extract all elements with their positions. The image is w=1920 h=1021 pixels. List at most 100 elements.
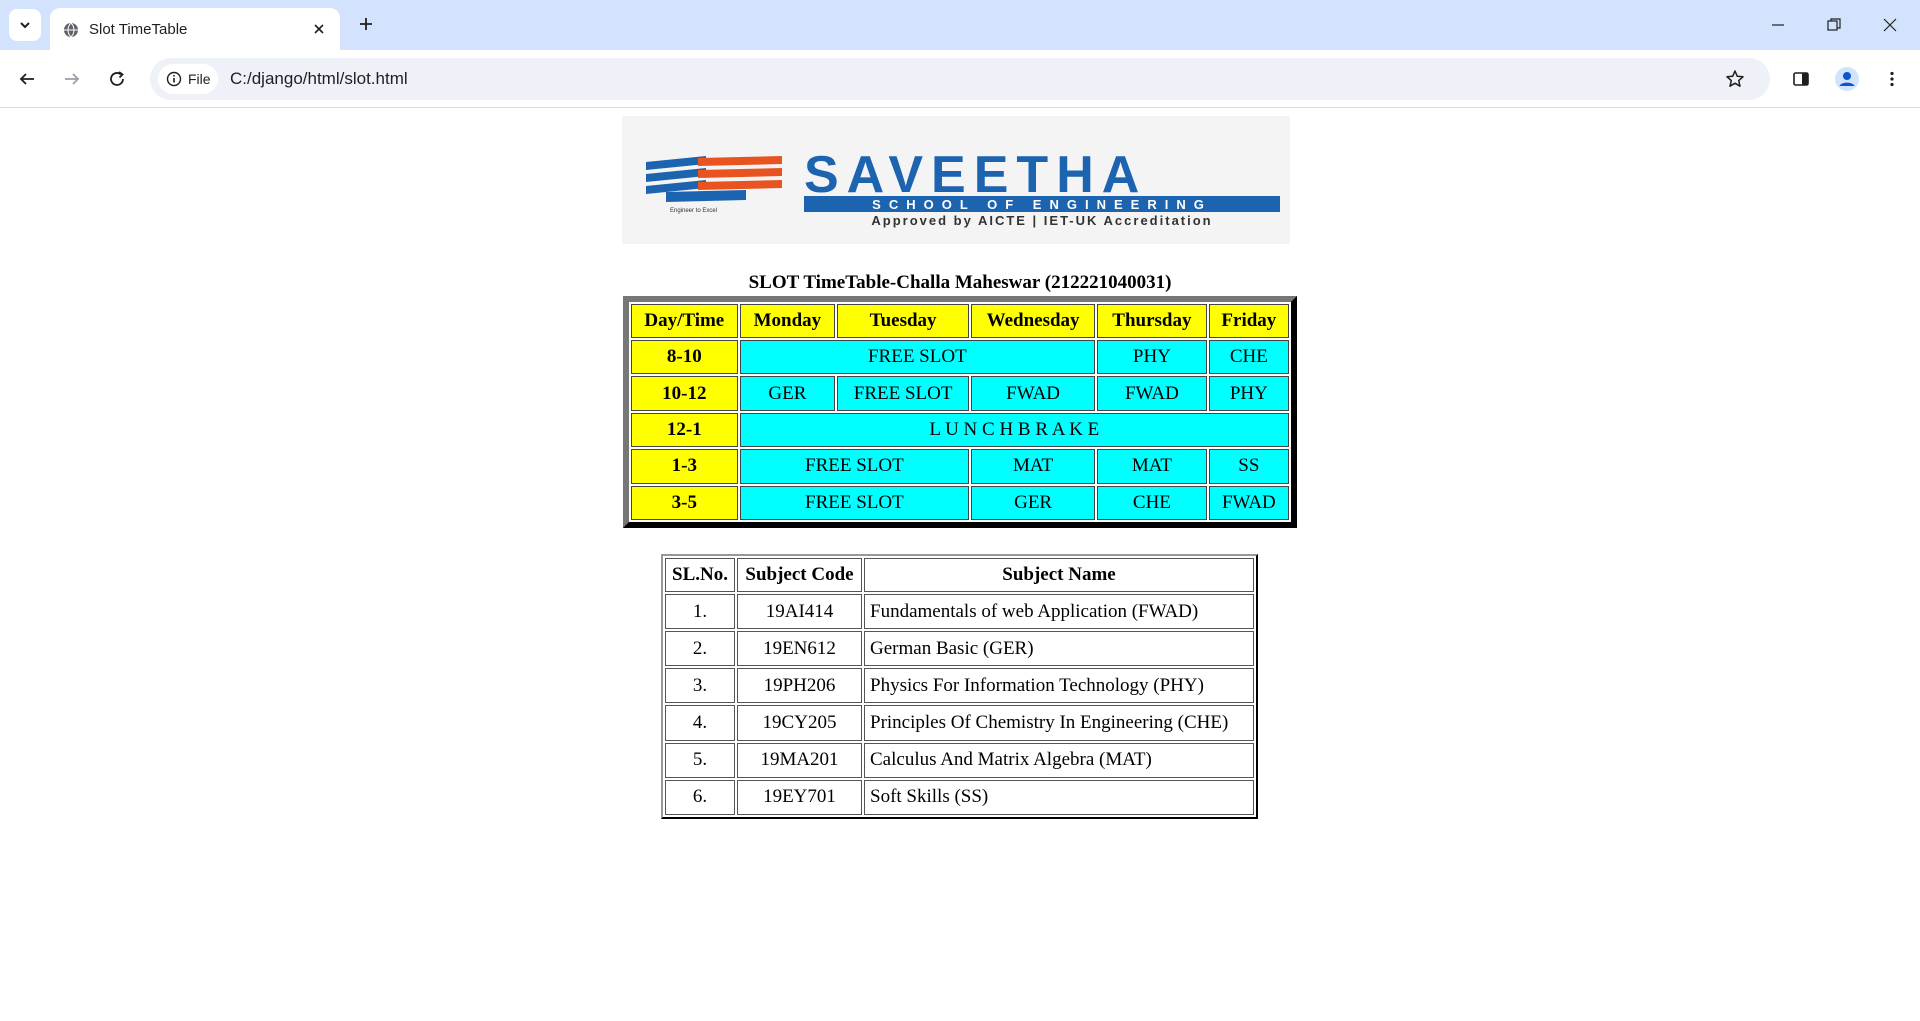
- address-bar[interactable]: File C:/django/html/slot.html: [150, 58, 1770, 100]
- subject-row: 1. 19AI414 Fundamentals of web Application…: [665, 594, 1254, 630]
- header-cell: Subject Name: [864, 558, 1254, 592]
- restore-button[interactable]: [1806, 0, 1862, 50]
- url-text[interactable]: C:/django/html/slot.html: [230, 69, 408, 89]
- forward-button[interactable]: [56, 63, 88, 95]
- subject-name-cell: Physics For Information Technology (PHY): [864, 668, 1254, 704]
- slot-cell: MAT: [971, 449, 1096, 484]
- subject-name-cell: Principles Of Chemistry In Engineering (…: [864, 705, 1254, 741]
- time-slot-cell: 3-5: [631, 485, 738, 520]
- subject-row: 5. 19MA201 Calculus And Matrix Algebra (MA…: [665, 742, 1254, 778]
- tab-close-button[interactable]: [309, 19, 329, 39]
- header-cell: SL.No.: [665, 558, 735, 592]
- close-icon: [1883, 18, 1897, 32]
- slot-cell: PHY: [1097, 340, 1207, 375]
- back-button[interactable]: [11, 63, 43, 95]
- bookmark-button[interactable]: [1723, 67, 1747, 91]
- minimize-icon: [1772, 24, 1784, 26]
- logo-name: SAVEETHA: [804, 146, 1147, 204]
- timetable-row: 1-3 FREE SLOT MAT MAT SS: [631, 449, 1289, 484]
- time-slot-cell: 10-12: [631, 376, 738, 411]
- subject-code-cell: 19PH206: [737, 668, 862, 704]
- active-tab[interactable]: Slot TimeTable: [50, 8, 340, 50]
- header-cell: Monday: [739, 304, 836, 338]
- slot-cell: L U N C H B R A K E: [739, 412, 1289, 448]
- window-close-button[interactable]: [1862, 0, 1918, 50]
- serial-number-cell: 6.: [665, 779, 735, 815]
- site-info-chip[interactable]: File: [158, 64, 218, 94]
- slot-cell: FREE SLOT: [739, 340, 1096, 375]
- timetable-row: 10-12 GER FREE SLOT FWAD FWAD PHY: [631, 376, 1289, 411]
- header-cell: Subject Code: [737, 558, 862, 592]
- subject-row: 2. 19EN612 German Basic (GER): [665, 631, 1254, 667]
- minimize-button[interactable]: [1750, 0, 1806, 50]
- header-cell: Tuesday: [837, 304, 970, 338]
- subject-table: SL.No. Subject Code Subject Name 1. 19AI4…: [661, 554, 1258, 819]
- avatar-icon: [1835, 67, 1859, 91]
- chevron-down-icon: [20, 22, 30, 29]
- serial-number-cell: 3.: [665, 668, 735, 704]
- arrow-right-icon: [65, 73, 80, 85]
- page-viewport: Engineer to Excel SAVEETHA SCHOOL OF ENG…: [0, 109, 1920, 1021]
- header-cell: Day/Time: [631, 304, 738, 338]
- slot-cell: CHE: [1097, 485, 1207, 520]
- timetable: Day/Time Monday Tuesday Wednesday Thursd…: [623, 296, 1297, 528]
- header-cell: Thursday: [1097, 304, 1207, 338]
- subject-name-cell: Calculus And Matrix Algebra (MAT): [864, 742, 1254, 778]
- reload-button[interactable]: [101, 63, 133, 95]
- subject-name-cell: German Basic (GER): [864, 631, 1254, 667]
- info-icon: [166, 71, 182, 87]
- subject-name-cell: Soft Skills (SS): [864, 779, 1254, 815]
- subject-code-cell: 19CY205: [737, 705, 862, 741]
- side-panel-icon: [1793, 72, 1809, 86]
- header-cell: Friday: [1208, 304, 1289, 338]
- time-slot-cell: 1-3: [631, 449, 738, 484]
- slot-cell: GER: [739, 376, 836, 411]
- subject-name-cell: Fundamentals of web Application (FWAD): [864, 594, 1254, 630]
- site-info-label: File: [188, 71, 211, 87]
- subject-code-cell: 19EY701: [737, 779, 862, 815]
- tab-strip: Slot TimeTable: [0, 0, 1920, 50]
- close-icon: [314, 24, 324, 34]
- slot-cell: FREE SLOT: [739, 449, 970, 484]
- page-title: SLOT TimeTable-Challa Maheswar (21222104…: [748, 272, 1172, 293]
- timetable-row: 8-10 FREE SLOT PHY CHE: [631, 340, 1289, 375]
- profile-button[interactable]: [1831, 63, 1863, 95]
- time-slot-cell: 12-1: [631, 412, 738, 448]
- subject-code-cell: 19AI414: [737, 594, 862, 630]
- new-tab-button[interactable]: [352, 10, 380, 38]
- serial-number-cell: 4.: [665, 705, 735, 741]
- arrow-left-icon: [19, 73, 34, 85]
- browser-toolbar: File C:/django/html/slot.html: [0, 50, 1920, 108]
- school-logo: Engineer to Excel SAVEETHA SCHOOL OF ENG…: [622, 116, 1290, 244]
- serial-number-cell: 1.: [665, 594, 735, 630]
- saveetha-logo-image: Engineer to Excel SAVEETHA SCHOOL OF ENG…: [646, 146, 1280, 228]
- subject-row: 4. 19CY205 Principles Of Chemistry In Engi…: [665, 705, 1254, 741]
- tab-search-button[interactable]: [9, 9, 41, 41]
- serial-number-cell: 5.: [665, 742, 735, 778]
- time-slot-cell: 8-10: [631, 340, 738, 375]
- slot-cell: PHY: [1208, 376, 1289, 411]
- header-cell: Wednesday: [971, 304, 1096, 338]
- menu-button[interactable]: [1876, 63, 1908, 95]
- side-panel-button[interactable]: [1785, 63, 1817, 95]
- subject-code-cell: 19MA201: [737, 742, 862, 778]
- subject-row: 6. 19EY701 Soft Skills (SS): [665, 779, 1254, 815]
- globe-icon: [64, 22, 78, 38]
- timetable-row: 3-5 FREE SLOT GER CHE FWAD: [631, 485, 1289, 520]
- slot-cell: SS: [1208, 449, 1289, 484]
- restore-icon: [1827, 18, 1841, 31]
- timetable-header-row: Day/Time Monday Tuesday Wednesday Thursd…: [631, 304, 1289, 338]
- logo-subtitle: SCHOOL OF ENGINEERING: [872, 197, 1212, 212]
- slot-cell: FREE SLOT: [837, 376, 970, 411]
- slot-cell: FWAD: [1097, 376, 1207, 411]
- star-icon: [1726, 70, 1744, 87]
- subject-row: 3. 19PH206 Physics For Information Technol…: [665, 668, 1254, 704]
- slot-cell: MAT: [1097, 449, 1207, 484]
- tab-title: Slot TimeTable: [89, 21, 188, 38]
- slot-cell: FWAD: [971, 376, 1096, 411]
- plus-icon: [360, 18, 372, 30]
- serial-number-cell: 2.: [665, 631, 735, 667]
- slot-cell: FREE SLOT: [739, 485, 970, 520]
- subject-header-row: SL.No. Subject Code Subject Name: [665, 558, 1254, 592]
- more-vert-icon: [1890, 71, 1894, 87]
